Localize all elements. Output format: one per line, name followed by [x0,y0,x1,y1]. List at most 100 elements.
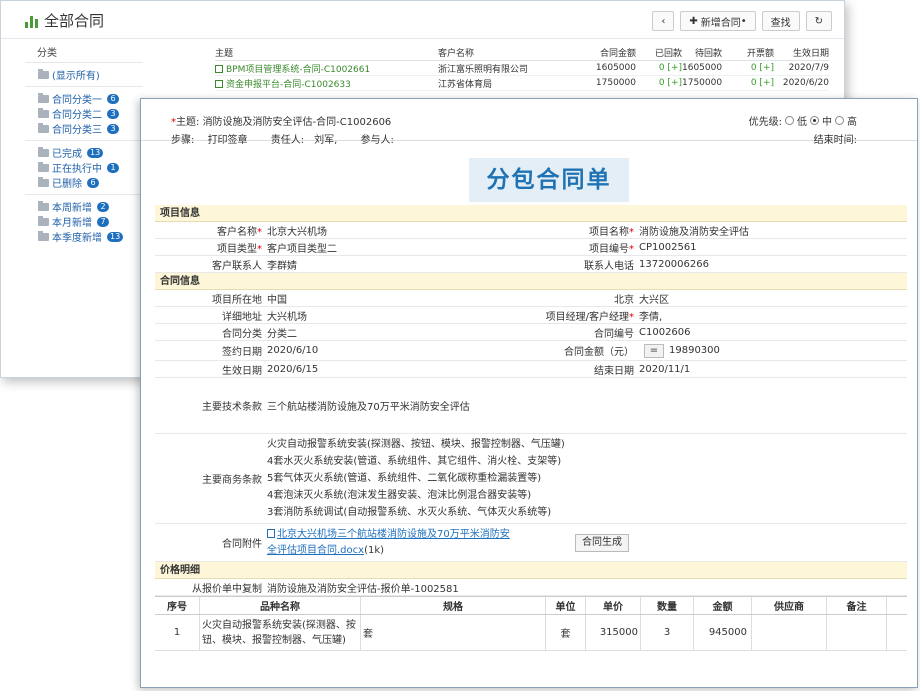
customer-name-field[interactable]: 北京大兴机场 [265,223,555,238]
items-row: 1 火灾自动报警系统安装(探测器、按钮、模块、报警控制器、气压罐) 套 套 31… [155,615,907,651]
sidebar-item-all[interactable]: (显示所有) [25,67,143,82]
sidebar-item-status[interactable]: 正在执行中 1 [25,160,143,175]
contract-link[interactable]: BPM项目管理系统-合同-C1002661 [215,62,438,75]
business-terms-field[interactable]: 火灾自动报警系统安装(探测器、按钮、模块、报警控制器、气压罐) 4套水灭火系统安… [265,436,565,521]
form-row: 生效日期 2020/6/15 结束日期 2020/11/1 [155,361,907,378]
column-header: 单位 [546,597,586,614]
column-header[interactable]: 客户名称 [438,46,576,59]
contract-link[interactable]: 资金申报平台-合同-C1002633 [215,77,438,90]
field-label: 合同金额（元） [564,347,634,358]
sidebar-item-period[interactable]: 本周新增 2 [25,199,143,214]
location-field[interactable]: 中国 [265,291,555,306]
form-row: 详细地址 大兴机场 *项目经理/客户经理 李倩, [155,307,907,324]
sidebar-item-status[interactable]: 已删除 6 [25,175,143,190]
manager-field[interactable]: 李倩, [637,308,662,323]
folder-icon [38,200,49,211]
district-field[interactable]: 大兴区 [637,291,669,306]
sidebar-group-all: (显示所有) [25,63,143,87]
field-label: 项目所在地 [212,294,262,306]
column-header[interactable]: 生效日期 [774,46,829,59]
field-label: *项目经理/客户经理 [545,311,634,323]
field-label: 合同编号 [594,328,634,340]
effective-date-field[interactable]: 2020/6/15 [265,364,555,375]
doc-title-box: 分包合同单 [469,158,629,202]
amount-field[interactable]: 19890300 [669,345,720,356]
column-header[interactable]: 主题 [215,46,438,59]
prev-button[interactable]: ‹ [652,11,675,31]
table-cell[interactable]: 0 [+] [636,63,682,73]
priority-low-radio[interactable] [785,116,794,125]
folder-icon [38,215,49,226]
field-label: 合同分类 [222,328,262,340]
sidebar-item-category[interactable]: 合同分类二 3 [25,106,143,121]
table-cell[interactable]: 0 [+] [636,78,682,88]
field-label: 客户联系人 [212,260,262,272]
tech-terms-field[interactable]: 三个航站楼消防设施及70万平米消防安全评估 [265,398,470,413]
amount-group: = 19890300 [637,343,720,358]
attachment-link[interactable]: 全评估项目合同.docx [267,545,364,556]
column-header[interactable]: 开票额 [722,46,774,59]
attachment-link[interactable]: 北京大兴机场三个航站楼消防设施及70万平米消防安 [277,529,510,540]
table-cell: 3 [641,615,694,650]
subject-value: 消防设施及消防安全评估-合同-C1002606 [202,117,392,128]
form-row: 从报价单中复制 消防设施及消防安全评估-报价单-1002581 [155,579,907,596]
folder-icon [38,146,49,157]
table-cell[interactable]: 0 [+] [722,78,774,88]
field-label: 主要商务条款 [202,475,262,486]
priority-medium-radio[interactable] [810,116,819,125]
sign-date-field[interactable]: 2020/6/10 [265,345,555,356]
new-contract-button[interactable]: ✚ 新增合同 • [680,11,756,31]
section-price: 价格明细 [155,562,907,579]
contract-class-field[interactable]: 分类二 [265,325,555,340]
table-cell: 套 [546,615,586,650]
contact-field[interactable]: 李群婧 [265,257,555,272]
sidebar-item-period[interactable]: 本季度新增 13 [25,229,143,244]
form-row: 项目所在地 中国 北京 大兴区 [155,290,907,307]
sidebar-item-category[interactable]: 合同分类一 6 [25,91,143,106]
end-date-field[interactable]: 2020/11/1 [637,364,690,375]
priority-high-radio[interactable] [835,116,844,125]
calc-button[interactable]: = [644,343,664,358]
category-sidebar: 分类 (显示所有) 合同分类一 6 合同分类二 3 合同分类三 3 已完成 13 正在执… [25,45,143,248]
refresh-button[interactable]: ↻ [805,11,832,31]
sidebar-item-period[interactable]: 本月新增 7 [25,214,143,229]
quote-copy-field[interactable]: 消防设施及消防安全评估-报价单-1002581 [265,580,459,595]
sidebar-item-status[interactable]: 已完成 13 [25,145,143,160]
column-header[interactable]: 已回款 [636,46,682,59]
table-row[interactable]: BPM项目管理系统-合同-C1002661 浙江富乐照明有限公司 1605000… [215,61,829,76]
folder-icon [38,68,49,79]
section-contract: 合同信息 [155,273,907,290]
sidebar-item-category[interactable]: 合同分类三 3 [25,121,143,136]
table-cell: 套 [361,615,546,650]
search-button[interactable]: 查找 [761,11,800,31]
count-badge: 3 [107,108,119,119]
end-time-label: 结束时间: [813,135,857,146]
project-number-field[interactable]: CP1002561 [637,242,697,253]
list-toolbar: ‹ ✚ 新增合同 • 查找 ↻ [652,11,832,31]
contract-detail-window: *主题: 消防设施及消防安全评估-合同-C1002606 优先级: 低 中 高 … [140,98,918,688]
phone-field[interactable]: 13720006266 [637,259,709,270]
contract-number-field[interactable]: C1002606 [637,327,691,338]
table-row[interactable]: 资金申报平台-合同-C1002633 江苏省体育局 1750000 0 [+] … [215,76,829,91]
address-field[interactable]: 大兴机场 [265,308,555,323]
column-header[interactable]: 合同金额 [576,46,636,59]
sidebar-group-status: 已完成 13 正在执行中 1 已删除 6 [25,141,143,195]
subject-line: *主题: 消防设施及消防安全评估-合同-C1002606 [171,117,392,128]
count-badge: 1 [107,162,119,173]
table-cell[interactable]: 0 [+] [722,63,774,73]
priority-group: 优先级: 低 中 高 [748,116,857,128]
sidebar-header: 分类 [25,45,143,63]
field-label: 项目名称* [589,226,634,238]
city-field[interactable]: 北京 [555,291,637,306]
section-project: 项目信息 [155,205,907,222]
column-header[interactable]: 待回款 [682,46,722,59]
generate-contract-button[interactable]: 合同生成 [575,533,629,552]
count-badge: 13 [87,147,104,158]
project-name-field[interactable]: 消防设施及消防安全评估 [637,223,749,238]
list-header: 全部合同 ‹ ✚ 新增合同 • 查找 ↻ [1,1,844,39]
table-cell: 1750000 [682,78,723,88]
folder-icon [38,176,49,187]
count-badge: 2 [97,201,109,212]
project-type-field[interactable]: 客户项目类型二 [265,240,555,255]
contract-table: 主题 客户名称 合同金额 已回款 待回款 开票额 生效日期 BPM项目管理系统-… [215,45,829,91]
